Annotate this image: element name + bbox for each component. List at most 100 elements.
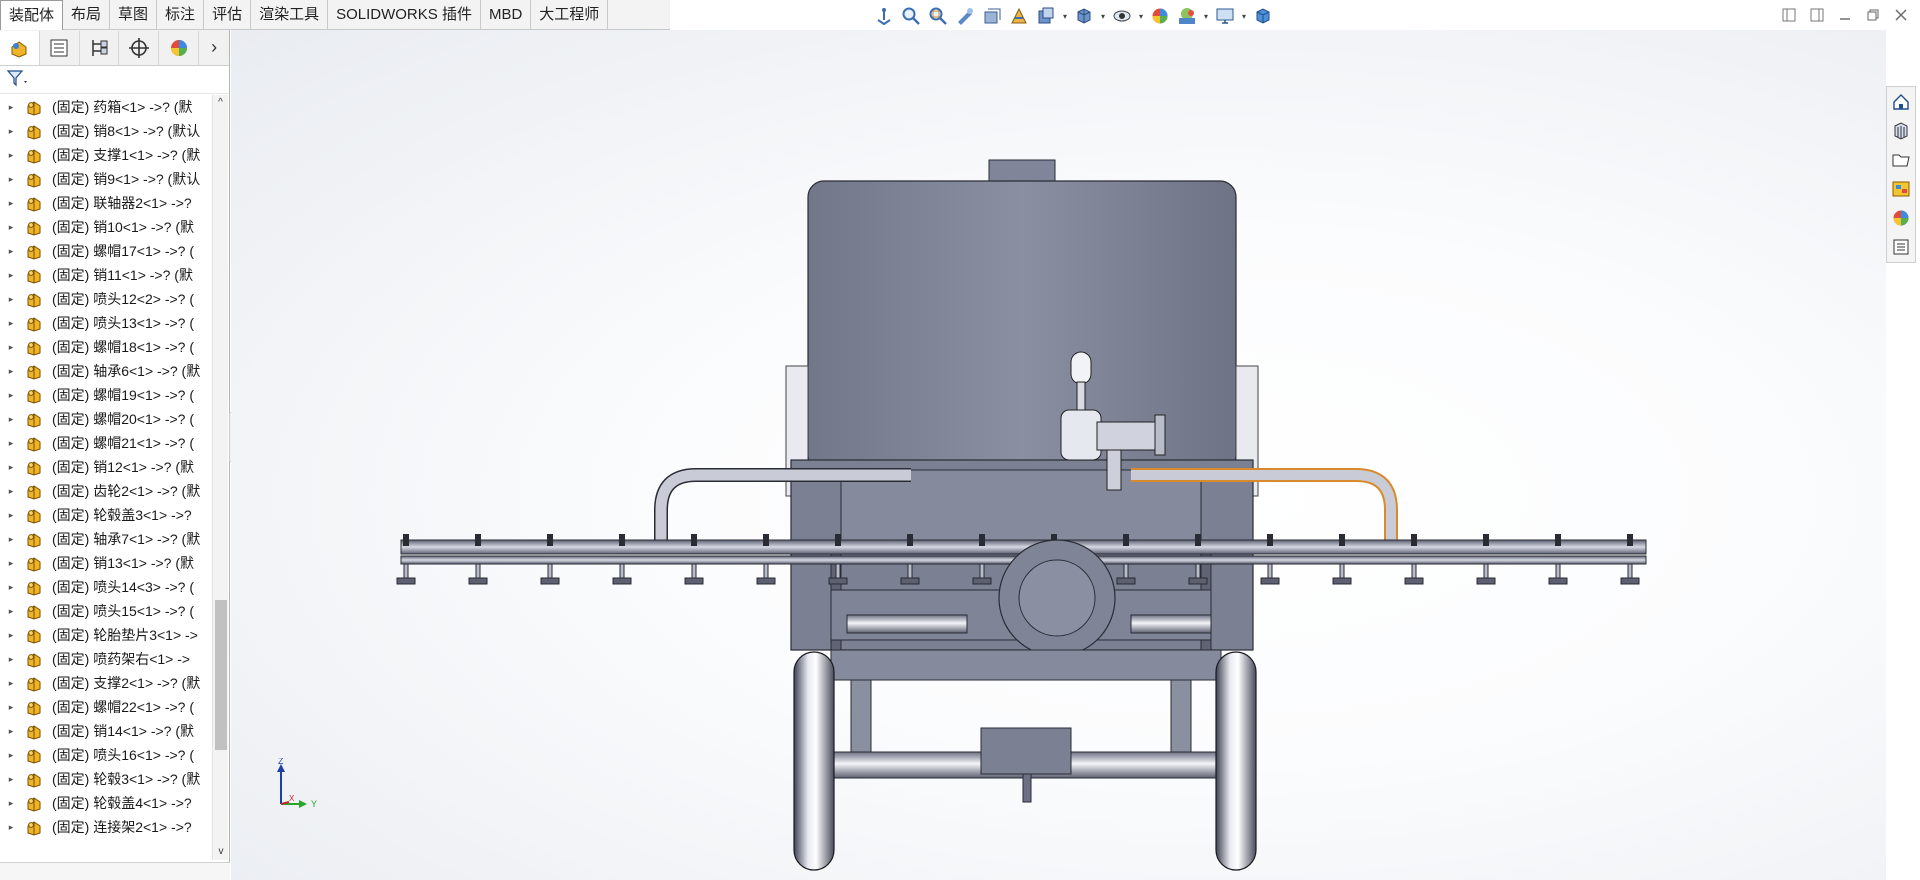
tree-item[interactable]: ▸ (固定) 喷头13<1> ->? ( [0,311,212,335]
expand-arrow-icon[interactable]: ▸ [4,558,18,569]
expand-arrow-icon[interactable]: ▸ [4,678,18,689]
tree-item[interactable]: ▸ (固定) 螺帽21<1> ->? ( [0,431,212,455]
more-tabs-chevron-icon[interactable]: › [199,31,229,65]
minimize-icon[interactable] [1834,4,1856,26]
expand-arrow-icon[interactable]: ▸ [4,294,18,305]
tank-cap[interactable] [988,159,1056,183]
left-wheel[interactable] [793,651,835,871]
expand-arrow-icon[interactable]: ▸ [4,702,18,713]
expand-arrow-icon[interactable]: ▸ [4,174,18,185]
right-wheel[interactable] [1215,651,1257,871]
tree-item[interactable]: ▸ (固定) 螺帽22<1> ->? ( [0,695,212,719]
expand-arrow-icon[interactable]: ▸ [4,462,18,473]
previous-view-icon[interactable] [953,4,977,28]
monitor-caret-icon[interactable]: ▾ [1240,4,1248,28]
tree-item[interactable]: ▸ (固定) 轮毂盖3<1> ->? [0,503,212,527]
panel-splitter[interactable] [0,862,230,880]
pump-body[interactable] [1060,409,1102,461]
ribbon-tab[interactable]: SOLIDWORKS 插件 [328,0,481,30]
ribbon-tab[interactable]: MBD [481,0,532,30]
tree-vertical-scrollbar[interactable]: ^ v [212,95,228,860]
ribbon-tab[interactable]: 标注 [157,0,205,30]
pump-outlet[interactable] [1070,351,1092,385]
tile-left-icon[interactable] [1778,4,1800,26]
close-icon[interactable] [1890,4,1912,26]
feature-manager-tab[interactable] [0,30,40,65]
tree-item[interactable]: ▸ (固定) 轮毂3<1> ->? (默 [0,767,212,791]
expand-arrow-icon[interactable]: ▸ [4,486,18,497]
tree-item[interactable]: ▸ (固定) 喷药架右<1> -> [0,647,212,671]
expand-arrow-icon[interactable]: ▸ [4,606,18,617]
view-palette-icon[interactable] [1887,176,1915,202]
tree-item[interactable]: ▸ (固定) 螺帽19<1> ->? ( [0,383,212,407]
tree-item[interactable]: ▸ (固定) 轮毂盖4<1> ->? [0,791,212,815]
ribbon-tab[interactable]: 草图 [110,0,158,30]
tree-item[interactable]: ▸ (固定) 喷头12<2> ->? ( [0,287,212,311]
edit-appearance-icon[interactable] [1148,4,1172,28]
expand-arrow-icon[interactable]: ▸ [4,414,18,425]
ribbon-tab[interactable]: 装配体 [0,0,64,30]
dimxpert-tab[interactable] [119,30,160,65]
display-style-caret-icon[interactable]: ▾ [1099,4,1107,28]
tree-item[interactable]: ▸ (固定) 螺帽17<1> ->? ( [0,239,212,263]
tree-item[interactable]: ▸ (固定) 销9<1> ->? (默认 [0,167,212,191]
view-setting-icon[interactable] [1034,4,1058,28]
expand-arrow-icon[interactable]: ▸ [4,366,18,377]
tile-right-icon[interactable] [1806,4,1828,26]
scroll-up-icon[interactable]: ^ [213,95,228,111]
design-library-icon[interactable] [1887,118,1915,144]
tree-item[interactable]: ▸ (固定) 销8<1> ->? (默认 [0,119,212,143]
expand-arrow-icon[interactable]: ▸ [4,270,18,281]
expand-arrow-icon[interactable]: ▸ [4,342,18,353]
sprayer-assembly-model[interactable] [231,30,1886,880]
custom-properties-icon[interactable] [1887,234,1915,260]
axle-housing[interactable] [980,727,1072,775]
display-manager-tab[interactable] [159,30,200,65]
view-orientation-icon[interactable] [872,4,896,28]
ribbon-tab[interactable]: 大工程师 [531,0,609,30]
tree-item[interactable]: ▸ (固定) 喷头14<3> ->? ( [0,575,212,599]
configuration-manager-tab[interactable] [80,30,120,65]
tree-item[interactable]: ▸ (固定) 支撑2<1> ->? (默 [0,671,212,695]
zoom-to-fit-icon[interactable] [899,4,923,28]
tree-item[interactable]: ▸ (固定) 轴承7<1> ->? (默 [0,527,212,551]
expand-arrow-icon[interactable]: ▸ [4,582,18,593]
tree-item[interactable]: ▸ (固定) 轴承6<1> ->? (默 [0,359,212,383]
view-setting-caret-icon[interactable]: ▾ [1061,4,1069,28]
tree-item[interactable]: ▸ (固定) 支撑1<1> ->? (默 [0,143,212,167]
expand-arrow-icon[interactable]: ▸ [4,798,18,809]
expand-arrow-icon[interactable]: ▸ [4,438,18,449]
expand-arrow-icon[interactable]: ▸ [4,534,18,545]
apply-scene-icon[interactable] [1175,4,1199,28]
tree-item[interactable]: ▸ (固定) 齿轮2<1> ->? (默 [0,479,212,503]
scroll-thumb[interactable] [215,600,227,750]
expand-arrow-icon[interactable]: ▸ [4,318,18,329]
expand-arrow-icon[interactable]: ▸ [4,510,18,521]
3d-view-icon[interactable] [1251,4,1275,28]
tree-item[interactable]: ▸ (固定) 销10<1> ->? (默 [0,215,212,239]
restore-icon[interactable] [1862,4,1884,26]
ribbon-tab[interactable]: 布局 [63,0,111,30]
chemical-tank[interactable] [807,180,1237,472]
hide-show-caret-icon[interactable]: ▾ [1137,4,1145,28]
appearances-scenes-icon[interactable] [1887,205,1915,231]
filter-icon[interactable] [6,69,30,90]
tree-item[interactable]: ▸ (固定) 联轴器2<1> ->? [0,191,212,215]
expand-arrow-icon[interactable]: ▸ [4,246,18,257]
expand-arrow-icon[interactable]: ▸ [4,630,18,641]
file-explorer-icon[interactable] [1887,147,1915,173]
tree-item[interactable]: ▸ (固定) 连接架2<1> ->? [0,815,212,839]
expand-arrow-icon[interactable]: ▸ [4,150,18,161]
view-settings-monitor-icon[interactable] [1213,4,1237,28]
expand-arrow-icon[interactable]: ▸ [4,102,18,113]
section-view-icon[interactable] [980,4,1004,28]
tree-item[interactable]: ▸ (固定) 销13<1> ->? (默 [0,551,212,575]
expand-arrow-icon[interactable]: ▸ [4,654,18,665]
ribbon-tab[interactable]: 评估 [204,0,252,30]
hide-show-icon[interactable] [1110,4,1134,28]
tree-item[interactable]: ▸ (固定) 销11<1> ->? (默 [0,263,212,287]
expand-arrow-icon[interactable]: ▸ [4,198,18,209]
apply-scene-caret-icon[interactable]: ▾ [1202,4,1210,28]
zoom-to-area-icon[interactable] [926,4,950,28]
expand-arrow-icon[interactable]: ▸ [4,726,18,737]
